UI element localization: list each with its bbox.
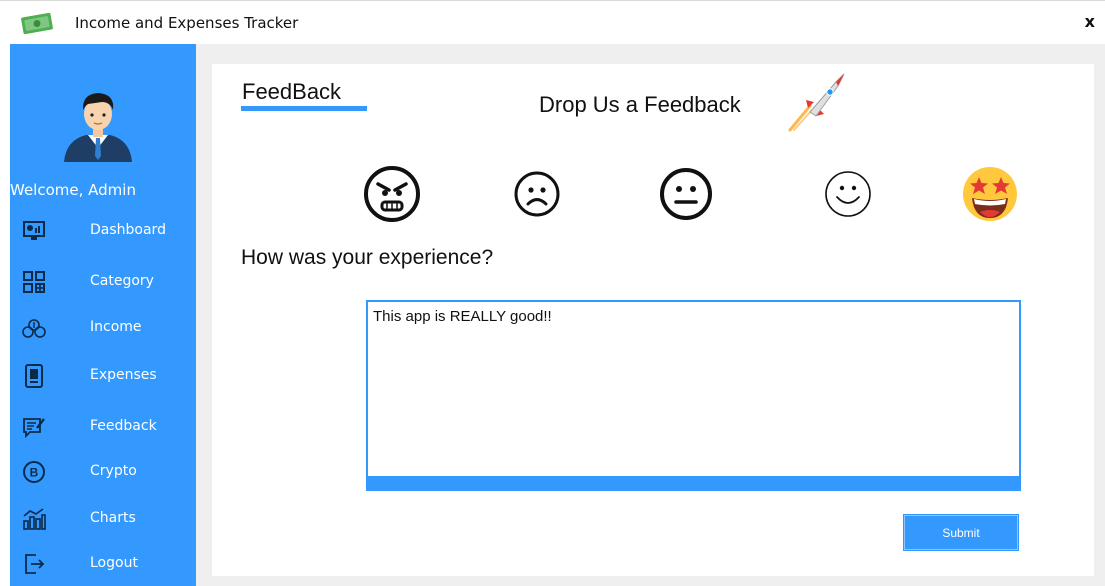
sidebar-item-label: Category bbox=[90, 273, 154, 289]
page-subtitle: Drop Us a Feedback bbox=[539, 92, 741, 117]
expenses-icon bbox=[25, 364, 43, 388]
sidebar-item-label: Logout bbox=[90, 555, 138, 571]
sad-face-icon[interactable] bbox=[507, 164, 567, 224]
sidebar-item-feedback[interactable]: Feedback bbox=[10, 407, 196, 447]
sidebar-item-dashboard[interactable]: Dashboard bbox=[10, 211, 196, 251]
title-underline bbox=[241, 106, 367, 111]
sidebar-item-crypto[interactable]: B Crypto bbox=[10, 452, 196, 492]
feedback-input[interactable]: This app is REALLY good!! bbox=[366, 300, 1021, 478]
textarea-bottom-bar bbox=[366, 477, 1021, 491]
page-title: FeedBack bbox=[242, 79, 342, 104]
sidebar: Welcome, Admin Dashboard Category Income bbox=[10, 44, 196, 586]
sidebar-item-label: Expenses bbox=[90, 367, 157, 383]
title-bar: Income and Expenses Tracker x bbox=[0, 0, 1105, 44]
svg-text:B: B bbox=[30, 466, 39, 480]
sidebar-item-label: Charts bbox=[90, 510, 136, 526]
charts-icon bbox=[23, 508, 46, 530]
dashboard-icon bbox=[23, 221, 45, 240]
logout-icon bbox=[25, 554, 45, 574]
experience-question: How was your experience? bbox=[241, 246, 494, 269]
submit-button[interactable]: Submit bbox=[903, 514, 1019, 551]
neutral-face-icon[interactable] bbox=[656, 164, 716, 224]
income-icon bbox=[22, 319, 46, 338]
smile-face-icon[interactable] bbox=[818, 164, 878, 224]
money-icon bbox=[21, 12, 53, 35]
sidebar-item-logout[interactable]: Logout bbox=[10, 544, 196, 584]
avatar bbox=[64, 93, 132, 162]
welcome-text: Welcome, Admin bbox=[10, 181, 136, 199]
sidebar-item-label: Feedback bbox=[90, 418, 157, 434]
sidebar-item-expenses[interactable]: Expenses bbox=[10, 356, 196, 396]
rocket-icon bbox=[788, 73, 845, 132]
sidebar-item-charts[interactable]: Charts bbox=[10, 499, 196, 539]
category-icon bbox=[23, 271, 45, 293]
feedback-icon bbox=[23, 418, 45, 439]
feedback-textarea-container: This app is REALLY good!! bbox=[366, 300, 1021, 491]
crypto-icon: B bbox=[23, 461, 45, 483]
sidebar-item-label: Crypto bbox=[90, 463, 137, 479]
star-struck-face-icon[interactable] bbox=[960, 164, 1020, 224]
sidebar-item-label: Dashboard bbox=[90, 222, 166, 238]
sidebar-item-label: Income bbox=[90, 319, 142, 335]
close-button[interactable]: x bbox=[1085, 12, 1095, 31]
sidebar-item-category[interactable]: Category bbox=[10, 262, 196, 302]
sidebar-item-income[interactable]: Income bbox=[10, 308, 196, 348]
angry-face-icon[interactable] bbox=[362, 164, 422, 224]
window-title: Income and Expenses Tracker bbox=[75, 14, 299, 32]
